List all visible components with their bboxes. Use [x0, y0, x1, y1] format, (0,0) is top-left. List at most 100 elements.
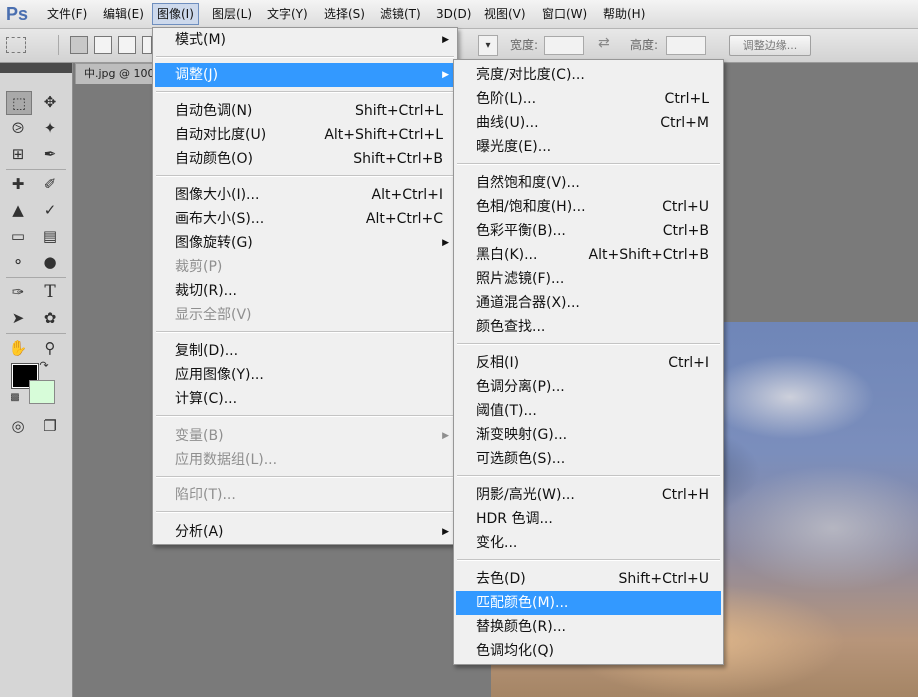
menu-item-apply-image[interactable]: 应用图像(Y)...: [155, 363, 455, 387]
menu-item-photo-filter[interactable]: 照片滤镜(F)...: [456, 267, 721, 291]
magic-wand-tool-icon[interactable]: ✦: [38, 117, 62, 139]
menu-item-color-lookup[interactable]: 颜色查找...: [456, 315, 721, 339]
zoom-tool-icon[interactable]: ⚲: [38, 337, 62, 359]
menu-item-hdr-toning[interactable]: HDR 色调...: [456, 507, 721, 531]
swap-colors-icon[interactable]: ↷: [36, 359, 52, 373]
menu-item-label: 变化...: [476, 535, 518, 551]
menu-edit[interactable]: 编辑(E): [99, 4, 148, 24]
menu-item-posterize[interactable]: 色调分离(P)...: [456, 375, 721, 399]
clone-stamp-tool-icon[interactable]: ▲: [6, 199, 30, 221]
menu-view[interactable]: 视图(V): [480, 4, 530, 24]
menu-item-vibrance[interactable]: 自然饱和度(V)...: [456, 171, 721, 195]
menu-item-variables[interactable]: 变量(B) ▶: [155, 424, 455, 448]
menu-item-canvas-size[interactable]: 画布大小(S)... Alt+Ctrl+C: [155, 207, 455, 231]
brush-tool-icon[interactable]: ✐: [38, 173, 62, 195]
divider: [156, 56, 454, 58]
menu-item-reveal-all[interactable]: 显示全部(V): [155, 303, 455, 327]
menu-type[interactable]: 文字(Y): [263, 4, 312, 24]
menu-item-hue-saturation[interactable]: 色相/饱和度(H)... Ctrl+U: [456, 195, 721, 219]
photoshop-logo: Ps: [6, 4, 29, 24]
menu-item-image-size[interactable]: 图像大小(I)... Alt+Ctrl+I: [155, 183, 455, 207]
menu-item-duplicate[interactable]: 复制(D)...: [155, 339, 455, 363]
menu-file[interactable]: 文件(F): [43, 4, 91, 24]
menu-item-label: 色阶(L)...: [476, 91, 537, 107]
default-colors-icon[interactable]: ▩: [8, 391, 22, 405]
menu-item-crop[interactable]: 裁剪(P): [155, 255, 455, 279]
add-to-selection-icon[interactable]: [94, 36, 112, 54]
menu-item-calculations[interactable]: 计算(C)...: [155, 387, 455, 411]
menu-window[interactable]: 窗口(W): [538, 4, 591, 24]
menu-item-image-rotation[interactable]: 图像旋转(G) ▶: [155, 231, 455, 255]
menu-item-analysis[interactable]: 分析(A) ▶: [155, 520, 455, 544]
menu-item-black-white[interactable]: 黑白(K)... Alt+Shift+Ctrl+B: [456, 243, 721, 267]
menu-help[interactable]: 帮助(H): [599, 4, 649, 24]
pen-tool-icon[interactable]: ✑: [6, 281, 30, 303]
menu-item-trap[interactable]: 陷印(T)...: [155, 483, 455, 507]
menu-3d[interactable]: 3D(D): [432, 4, 475, 24]
height-field[interactable]: [666, 36, 706, 55]
menu-item-replace-color[interactable]: 替换颜色(R)...: [456, 615, 721, 639]
menu-layer[interactable]: 图层(L): [208, 4, 256, 24]
gradient-tool-icon[interactable]: ▤: [38, 225, 62, 247]
shortcut: Alt+Ctrl+C: [365, 211, 443, 227]
screen-mode-icon[interactable]: ❐: [38, 415, 62, 437]
dodge-tool-icon[interactable]: ●: [38, 251, 62, 273]
menu-item-auto-color[interactable]: 自动颜色(O) Shift+Ctrl+B: [155, 147, 455, 171]
width-field[interactable]: [544, 36, 584, 55]
menu-item-shadows-highlights[interactable]: 阴影/高光(W)... Ctrl+H: [456, 483, 721, 507]
menu-item-variations[interactable]: 变化...: [456, 531, 721, 555]
menu-item-levels[interactable]: 色阶(L)... Ctrl+L: [456, 87, 721, 111]
menu-item-label: 曝光度(E)...: [476, 139, 552, 155]
menu-item-apply-data-set[interactable]: 应用数据组(L)...: [155, 448, 455, 472]
toolbox-header[interactable]: [0, 63, 72, 73]
new-selection-icon[interactable]: [70, 36, 88, 54]
menu-item-desaturate[interactable]: 去色(D) Shift+Ctrl+U: [456, 567, 721, 591]
shortcut: Alt+Shift+Ctrl+L: [324, 127, 443, 143]
menu-item-mode[interactable]: 模式(M) ▶: [155, 28, 455, 52]
menu-image[interactable]: 图像(I): [152, 3, 199, 25]
eraser-tool-icon[interactable]: ▭: [6, 225, 30, 247]
menu-item-adjustments[interactable]: 调整(J) ▶: [155, 63, 455, 87]
hand-tool-icon[interactable]: ✋: [6, 337, 30, 359]
lasso-tool-icon[interactable]: ⧁: [6, 117, 30, 139]
menu-item-trim[interactable]: 裁切(R)...: [155, 279, 455, 303]
history-brush-tool-icon[interactable]: ✓: [38, 199, 62, 221]
type-tool-icon[interactable]: T: [38, 281, 62, 303]
custom-shape-tool-icon[interactable]: ✿: [38, 307, 62, 329]
crop-tool-icon[interactable]: ⊞: [6, 143, 30, 165]
quick-mask-icon[interactable]: ◎: [6, 415, 30, 437]
healing-brush-tool-icon[interactable]: ✚: [6, 173, 30, 195]
submenu-arrow-icon: ▶: [442, 70, 449, 80]
menu-filter[interactable]: 滤镜(T): [376, 4, 425, 24]
style-dropdown-arrow-icon[interactable]: ▾: [478, 35, 498, 56]
rect-marquee-tool-icon[interactable]: ⬚: [6, 91, 32, 115]
blur-tool-icon[interactable]: ⚬: [6, 251, 30, 273]
adjustments-submenu: 亮度/对比度(C)... 色阶(L)... Ctrl+L 曲线(U)... Ctrl…: [453, 59, 724, 665]
menu-item-exposure[interactable]: 曝光度(E)...: [456, 135, 721, 159]
path-selection-tool-icon[interactable]: ➤: [6, 307, 30, 329]
eyedropper-tool-icon[interactable]: ✒: [38, 143, 62, 165]
menu-item-brightness-contrast[interactable]: 亮度/对比度(C)...: [456, 63, 721, 87]
menu-item-curves[interactable]: 曲线(U)... Ctrl+M: [456, 111, 721, 135]
menu-item-threshold[interactable]: 阈值(T)...: [456, 399, 721, 423]
menu-item-color-balance[interactable]: 色彩平衡(B)... Ctrl+B: [456, 219, 721, 243]
background-color-swatch[interactable]: [29, 380, 55, 404]
menu-item-equalize[interactable]: 色调均化(Q): [456, 639, 721, 663]
menu-select[interactable]: 选择(S): [320, 4, 369, 24]
menu-item-label: 陷印(T)...: [175, 487, 236, 503]
menu-item-auto-contrast[interactable]: 自动对比度(U) Alt+Shift+Ctrl+L: [155, 123, 455, 147]
shortcut: Shift+Ctrl+B: [353, 151, 443, 167]
menu-item-auto-tone[interactable]: 自动色调(N) Shift+Ctrl+L: [155, 99, 455, 123]
subtract-from-selection-icon[interactable]: [118, 36, 136, 54]
menu-item-selective-color[interactable]: 可选颜色(S)...: [456, 447, 721, 471]
intersect-selection-icon[interactable]: [142, 36, 152, 54]
marquee-tool-preset-icon[interactable]: [6, 37, 26, 53]
menu-item-channel-mixer[interactable]: 通道混合器(X)...: [456, 291, 721, 315]
move-tool-icon[interactable]: ✥: [38, 91, 62, 113]
refine-edge-button[interactable]: 调整边缘...: [729, 35, 811, 56]
menu-item-match-color[interactable]: 匹配颜色(M)...: [456, 591, 721, 615]
menu-item-invert[interactable]: 反相(I) Ctrl+I: [456, 351, 721, 375]
menu-item-gradient-map[interactable]: 渐变映射(G)...: [456, 423, 721, 447]
menu-item-label: 裁剪(P): [175, 259, 223, 275]
swap-icon[interactable]: ⇄: [598, 36, 610, 50]
